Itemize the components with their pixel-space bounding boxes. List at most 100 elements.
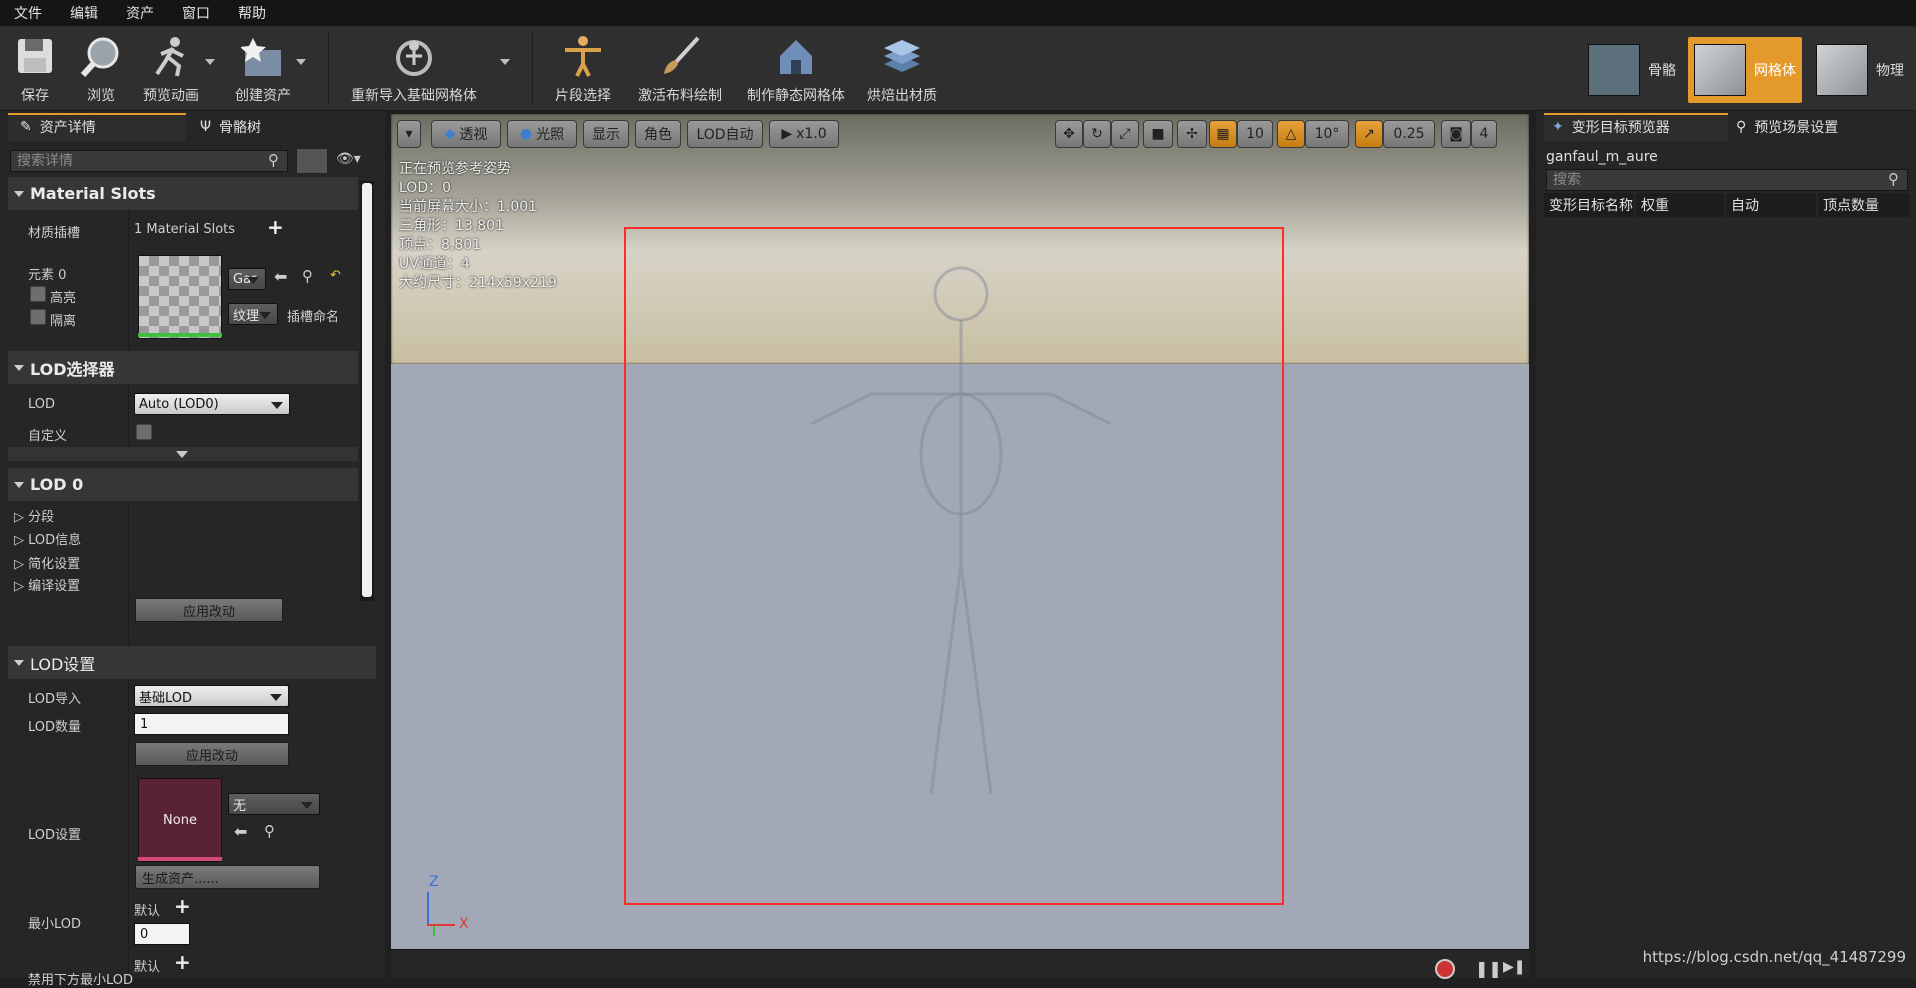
- browse-button[interactable]: 浏览: [76, 31, 126, 107]
- section-selection-button[interactable]: 片段选择: [552, 31, 614, 107]
- highlight-label: 高亮: [50, 287, 76, 306]
- viewport-options-dropdown[interactable]: ▾: [397, 120, 421, 148]
- highlight-checkbox[interactable]: [30, 286, 46, 302]
- expand-arrow-icon[interactable]: [176, 451, 188, 458]
- playback-speed-button[interactable]: ▶x1.0: [769, 120, 839, 148]
- create-asset-dropdown[interactable]: [296, 59, 306, 65]
- add-override-icon-2[interactable]: +: [174, 950, 191, 974]
- grid-snap-icon[interactable]: ▦: [1209, 120, 1237, 148]
- scale-snap-icon[interactable]: ↗: [1355, 120, 1383, 148]
- col-vertex-count[interactable]: 顶点数量: [1818, 193, 1910, 217]
- axis-z-line: [427, 892, 429, 926]
- lod-info-row[interactable]: ▷ LOD信息: [14, 529, 81, 548]
- camera-speed-icon[interactable]: ◙: [1441, 120, 1471, 148]
- reimport-icon: [389, 31, 439, 81]
- surface-snap-icon[interactable]: ✢: [1177, 120, 1207, 148]
- lod-count-label: LOD数量: [28, 716, 81, 735]
- bake-material-button[interactable]: 烘焙出材质: [862, 31, 942, 107]
- reset-yellow-arrow-icon[interactable]: ↶: [330, 268, 341, 283]
- skeleton-mode-thumbnail: [1588, 44, 1640, 96]
- world-local-icon[interactable]: ■: [1143, 120, 1173, 148]
- mode-skeleton[interactable]: 骨骼: [1588, 37, 1676, 103]
- translate-mode-icon[interactable]: ✥: [1055, 120, 1083, 148]
- use-selected-arrow-icon[interactable]: ⬅: [274, 267, 287, 286]
- show-button[interactable]: 显示: [583, 120, 629, 148]
- details-tab-icon: ✎: [20, 119, 32, 135]
- preview-animation-button[interactable]: 预览动画: [140, 31, 202, 107]
- lod-import-combo[interactable]: 基础LOD: [134, 685, 289, 707]
- lod0-section-header[interactable]: LOD 0: [8, 468, 358, 501]
- build-settings-row[interactable]: ▷ 编译设置: [14, 575, 80, 594]
- lighting-button[interactable]: ●光照: [507, 120, 577, 148]
- eye-icon[interactable]: 👁▾: [336, 151, 361, 167]
- camera-speed-value[interactable]: 4: [1471, 120, 1497, 148]
- min-lod-input[interactable]: 0: [134, 923, 190, 945]
- menu-bar: 文件 编辑 资产 窗口 帮助: [0, 0, 1916, 27]
- reduction-row[interactable]: ▷ 简化设置: [14, 553, 80, 572]
- rotation-snap-value[interactable]: 10°: [1305, 120, 1349, 148]
- details-search-input[interactable]: 搜索详情: [10, 150, 288, 172]
- menu-window[interactable]: 窗口: [168, 3, 224, 23]
- morph-search-input[interactable]: 搜索: [1546, 169, 1908, 191]
- add-override-icon[interactable]: +: [174, 894, 191, 918]
- reimport-base-mesh-button[interactable]: 重新导入基础网格体: [344, 31, 484, 107]
- mode-physics[interactable]: 物理: [1816, 37, 1904, 103]
- toolbar-divider: [328, 33, 329, 103]
- material-thumbnail[interactable]: [138, 255, 222, 339]
- reimport-dropdown[interactable]: [500, 59, 510, 65]
- save-button[interactable]: 保存: [12, 31, 58, 107]
- tab-skeleton-tree[interactable]: Ψ 骨骼树: [200, 113, 261, 141]
- mode-mesh[interactable]: 网格体: [1688, 37, 1802, 103]
- rotate-mode-icon[interactable]: ↻: [1083, 120, 1111, 148]
- lod-combo[interactable]: Auto (LOD0): [134, 393, 290, 415]
- create-asset-button[interactable]: 创建资产: [232, 31, 294, 107]
- texture-combo[interactable]: 纹理: [228, 303, 278, 325]
- menu-asset[interactable]: 资产: [112, 3, 168, 23]
- lod-auto-button[interactable]: LOD自动: [687, 120, 763, 148]
- details-scrollbar-thumb[interactable]: [362, 183, 372, 597]
- pause-icon[interactable]: ❚❚: [1475, 959, 1502, 978]
- apply-changes-button-2[interactable]: 应用改动: [135, 742, 289, 766]
- menu-edit[interactable]: 编辑: [56, 3, 112, 23]
- preview-animation-dropdown[interactable]: [205, 59, 215, 65]
- physics-mode-thumbnail: [1816, 44, 1868, 96]
- lod-settings-thumbnail[interactable]: None: [138, 778, 222, 862]
- make-static-mesh-label: 制作静态网格体: [747, 85, 845, 105]
- col-weight[interactable]: 权重: [1636, 193, 1724, 217]
- col-auto[interactable]: 自动: [1726, 193, 1816, 217]
- lod-settings-combo[interactable]: 无: [228, 793, 320, 815]
- add-material-slot-icon[interactable]: +: [267, 215, 284, 239]
- perspective-button[interactable]: ◆透视: [431, 120, 501, 148]
- cloth-paint-button[interactable]: 激活布料绘制: [634, 31, 726, 107]
- rotation-snap-icon[interactable]: △: [1277, 120, 1305, 148]
- scale-snap-value[interactable]: 0.25: [1383, 120, 1435, 148]
- menu-help[interactable]: 帮助: [224, 3, 280, 23]
- browse-magnifier-icon[interactable]: ⚲: [264, 822, 275, 840]
- col-morph-target-name[interactable]: 变形目标名称: [1544, 193, 1634, 217]
- generate-asset-button[interactable]: 生成资产......: [135, 865, 320, 889]
- record-icon[interactable]: [1435, 959, 1455, 979]
- table-view-toggle[interactable]: [296, 148, 328, 174]
- column-divider: [128, 211, 129, 461]
- apply-changes-button[interactable]: 应用改动: [135, 598, 283, 622]
- lod-count-input[interactable]: 1: [134, 713, 289, 735]
- make-static-mesh-button[interactable]: 制作静态网格体: [742, 31, 850, 107]
- scale-mode-icon[interactable]: ⤢: [1111, 120, 1139, 148]
- step-forward-icon[interactable]: ▶❚: [1503, 959, 1526, 975]
- search-icon: ⚲: [268, 151, 279, 169]
- sections-row[interactable]: ▷ 分段: [14, 506, 54, 525]
- lod-settings-title: LOD设置: [30, 651, 95, 675]
- preview-viewport[interactable]: ▾ ◆透视 ●光照 显示 角色 LOD自动 ▶x1.0 ✥ ↻ ⤢ ■ ✢ ▦ …: [391, 114, 1529, 949]
- grid-snap-value[interactable]: 10: [1237, 120, 1273, 148]
- use-selected-arrow-icon[interactable]: ⬅: [234, 822, 247, 841]
- material-slots-section-header[interactable]: Material Slots: [8, 177, 358, 210]
- tab-preview-scene-settings[interactable]: ⚲ 预览场景设置: [1736, 113, 1838, 141]
- lod-picker-section-header[interactable]: LOD选择器: [8, 351, 358, 384]
- menu-file[interactable]: 文件: [0, 3, 56, 23]
- isolate-checkbox[interactable]: [30, 309, 46, 325]
- character-button[interactable]: 角色: [635, 120, 681, 148]
- material-combo[interactable]: Gar: [228, 268, 266, 290]
- custom-checkbox[interactable]: [136, 424, 152, 440]
- lod-settings-section-header[interactable]: LOD设置: [8, 646, 376, 679]
- browse-magnifier-icon[interactable]: ⚲: [302, 267, 313, 285]
